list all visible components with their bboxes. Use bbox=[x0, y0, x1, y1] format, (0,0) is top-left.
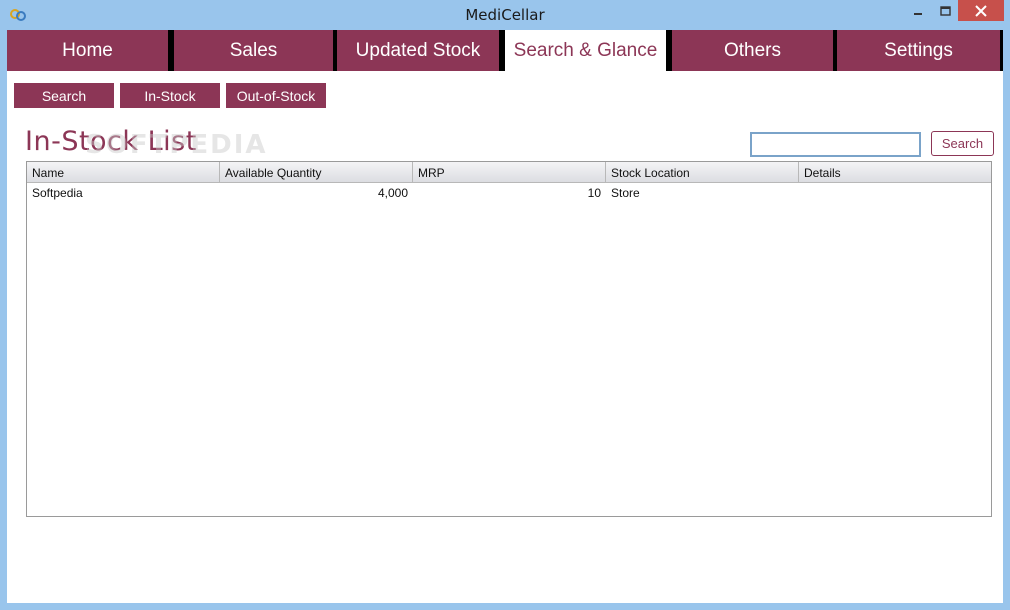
cell-stock-location: Store bbox=[611, 186, 640, 200]
app-window: MediCellar Home Sales Updated Stock Sear… bbox=[0, 0, 1010, 610]
column-header-name[interactable]: Name bbox=[27, 162, 220, 183]
tab-bar: Home Sales Updated Stock Search & Glance… bbox=[7, 30, 1003, 71]
main-content: Home Sales Updated Stock Search & Glance… bbox=[7, 30, 1003, 603]
tab-search-glance[interactable]: Search & Glance bbox=[505, 30, 666, 71]
maximize-button[interactable] bbox=[932, 0, 958, 21]
table-row[interactable]: Softpedia 4,000 10 Store bbox=[27, 184, 991, 202]
search-button[interactable]: Search bbox=[931, 131, 994, 156]
watermark: SOFTPEDIA bbox=[85, 130, 268, 160]
window-title: MediCellar bbox=[465, 6, 545, 24]
tab-home[interactable]: Home bbox=[7, 30, 168, 71]
tab-sales[interactable]: Sales bbox=[174, 30, 333, 71]
tab-updated-stock[interactable]: Updated Stock bbox=[337, 30, 499, 71]
close-button[interactable] bbox=[958, 0, 1004, 21]
stock-table: Name Available Quantity MRP Stock Locati… bbox=[26, 161, 992, 517]
search-input[interactable] bbox=[750, 132, 921, 157]
search-subnav-button[interactable]: Search bbox=[14, 83, 114, 108]
cell-details bbox=[799, 184, 991, 202]
cell-mrp: 10 bbox=[587, 186, 601, 200]
tab-settings[interactable]: Settings bbox=[837, 30, 1000, 71]
cell-name: Softpedia bbox=[32, 186, 83, 200]
column-header-details[interactable]: Details bbox=[799, 162, 991, 183]
column-header-mrp[interactable]: MRP bbox=[413, 162, 606, 183]
out-of-stock-subnav-button[interactable]: Out-of-Stock bbox=[226, 83, 326, 108]
column-header-available-quantity[interactable]: Available Quantity bbox=[220, 162, 413, 183]
column-header-stock-location[interactable]: Stock Location bbox=[606, 162, 799, 183]
maximize-icon bbox=[939, 5, 951, 16]
title-bar[interactable]: MediCellar bbox=[0, 0, 1010, 30]
close-icon bbox=[975, 4, 987, 17]
in-stock-subnav-button[interactable]: In-Stock bbox=[120, 83, 220, 108]
table-header: Name Available Quantity MRP Stock Locati… bbox=[27, 162, 991, 183]
minimize-icon bbox=[914, 12, 922, 15]
cell-available-quantity: 4,000 bbox=[377, 186, 408, 200]
tab-others[interactable]: Others bbox=[672, 30, 833, 71]
minimize-button[interactable] bbox=[905, 0, 931, 21]
